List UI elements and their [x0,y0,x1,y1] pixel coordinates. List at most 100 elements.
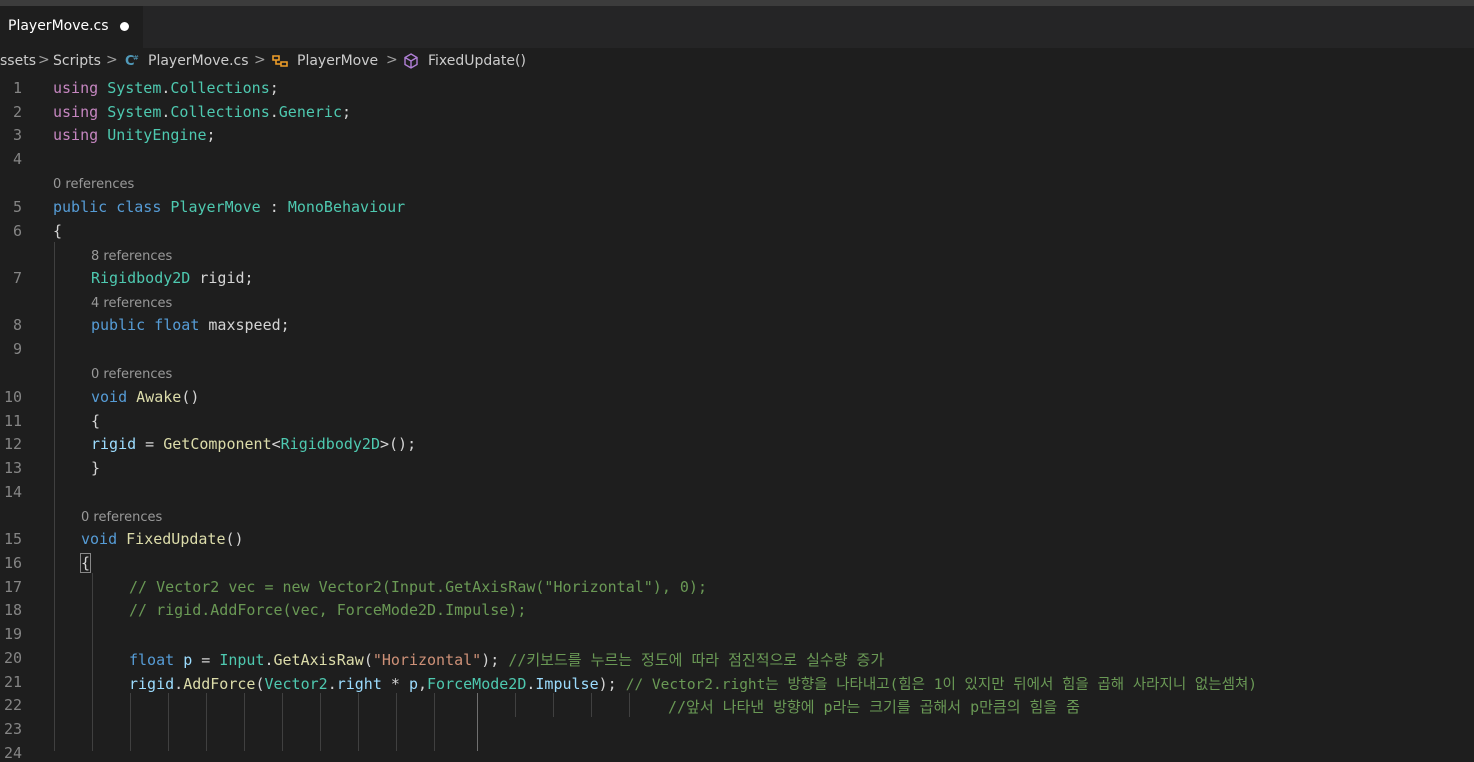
indent-guide [244,693,245,751]
line-number: 23 [3,720,22,738]
token-keyword: void [91,388,128,406]
token-comment: //키보드를 누르는 정도에 따라 점진적으로 실수량 증가 [508,651,885,669]
token-operator: = [136,435,164,453]
token-keyword: public [91,316,146,334]
token-variable: maxspeed [208,316,281,334]
line-number: 13 [3,459,22,477]
token-function: Awake [136,388,182,406]
code-line-7: Rigidbody2D rigid; [91,269,254,287]
code-lens-references[interactable]: 8 references [91,249,172,264]
tab-bar: PlayerMove.cs [0,6,1474,48]
indent-guide [282,693,283,751]
breadcrumb-item-class[interactable]: PlayerMove [297,53,378,69]
svg-text:#: # [133,54,139,62]
breadcrumb-item-scripts[interactable]: Scripts [53,53,101,69]
token-keyword: float [154,316,200,334]
token-brace: } [91,459,101,477]
breadcrumb-item-assets[interactable]: ssets [0,53,36,69]
token-variable: rigid [91,435,137,453]
token-namespace: System [107,79,162,97]
token-keyword: using [53,126,99,144]
tab-playermove[interactable]: PlayerMove.cs [0,6,143,48]
chevron-right-icon: > [254,52,266,68]
line-number: 10 [3,388,22,406]
token-brace: { [53,222,63,240]
line-number: 6 [12,222,22,240]
code-editor[interactable]: 1 2 3 4 5 6 7 8 9 10 11 12 13 14 15 16 1… [0,76,1474,762]
token-punct: ; [342,103,352,121]
token-function: AddForce [183,675,256,693]
token-namespace: UnityEngine [107,126,207,144]
code-line-13: } [91,459,100,477]
token-namespace: Collections [170,79,270,97]
tab-title: PlayerMove.cs [8,18,109,34]
breadcrumb-item-file[interactable]: PlayerMove.cs [148,53,249,69]
token-variable: rigid [199,269,245,287]
code-line-10: void Awake() [91,388,199,406]
token-punct: () [181,388,200,406]
token-variable: p [183,651,193,669]
token-namespace: Collections [170,103,270,121]
code-lens-references[interactable]: 4 references [91,296,172,311]
code-line-20: float p = Input.GetAxisRaw("Horizontal")… [129,649,884,670]
token-string: "Horizontal" [372,651,482,669]
breadcrumb-item-method[interactable]: FixedUpdate() [428,53,526,69]
indent-guide [553,693,554,717]
code-line-1: using System.Collections; [53,79,279,97]
token-namespace: System [107,103,162,121]
line-number: 16 [3,554,22,572]
token-punct: ; [244,269,254,287]
indent-guide [629,693,630,717]
token-keyword: void [81,530,118,548]
token-punct: >(); [380,435,417,453]
token-comment: // Vector2.right는 방향을 나타내고(힘은 1이 있지만 뒤에서… [625,677,1258,693]
token-punct: , [418,675,428,693]
indent-guide [92,573,93,751]
line-number: 8 [12,316,22,334]
line-number: 7 [12,269,22,287]
token-punct: . [174,675,184,693]
indent-guide [515,693,516,717]
token-brace-highlighted: { [79,553,92,573]
token-punct: ( [363,651,373,669]
code-lens-references[interactable]: 0 references [91,367,172,382]
class-symbol-icon [270,52,290,74]
token-namespace: Generic [278,103,342,121]
indent-guide [130,693,131,751]
dirty-dot-icon[interactable] [120,22,129,31]
code-line-5: public class PlayerMove : MonoBehaviour [53,198,405,216]
token-punct: . [269,103,279,121]
code-line-6: { [53,222,62,240]
token-type: Vector2 [264,675,328,693]
code-line-16: { [79,553,92,573]
code-lens-references[interactable]: 0 references [81,510,162,525]
token-punct: ; [280,316,290,334]
indent-guide [396,693,397,751]
token-operator: * [381,675,409,693]
token-keyword: using [53,103,99,121]
indent-guide [320,693,321,751]
line-number: 11 [3,412,22,430]
token-type: ForceMode2D [427,675,527,693]
token-punct: () [225,530,244,548]
token-punct: ); [481,651,500,669]
indent-guide [168,693,169,751]
indent-guide [358,693,359,751]
line-number: 15 [3,530,22,548]
indent-guide [54,242,55,751]
token-punct: ); [598,675,617,693]
code-line-2: using System.Collections.Generic; [53,103,351,121]
chevron-right-icon: > [386,52,398,68]
code-line-21: rigid.AddForce(Vector2.right * p,ForceMo… [129,673,1257,694]
chevron-right-icon: > [106,52,118,68]
chevron-right-icon: > [38,52,50,68]
token-function: FixedUpdate [126,530,226,548]
token-class-name: PlayerMove [170,198,261,216]
line-number: 19 [3,625,22,643]
code-lens-references[interactable]: 0 references [53,177,134,192]
method-cube-icon [402,52,420,74]
token-type: Rigidbody2D [280,435,380,453]
token-keyword: class [116,198,162,216]
token-keyword: using [53,79,99,97]
token-punct: < [271,435,281,453]
